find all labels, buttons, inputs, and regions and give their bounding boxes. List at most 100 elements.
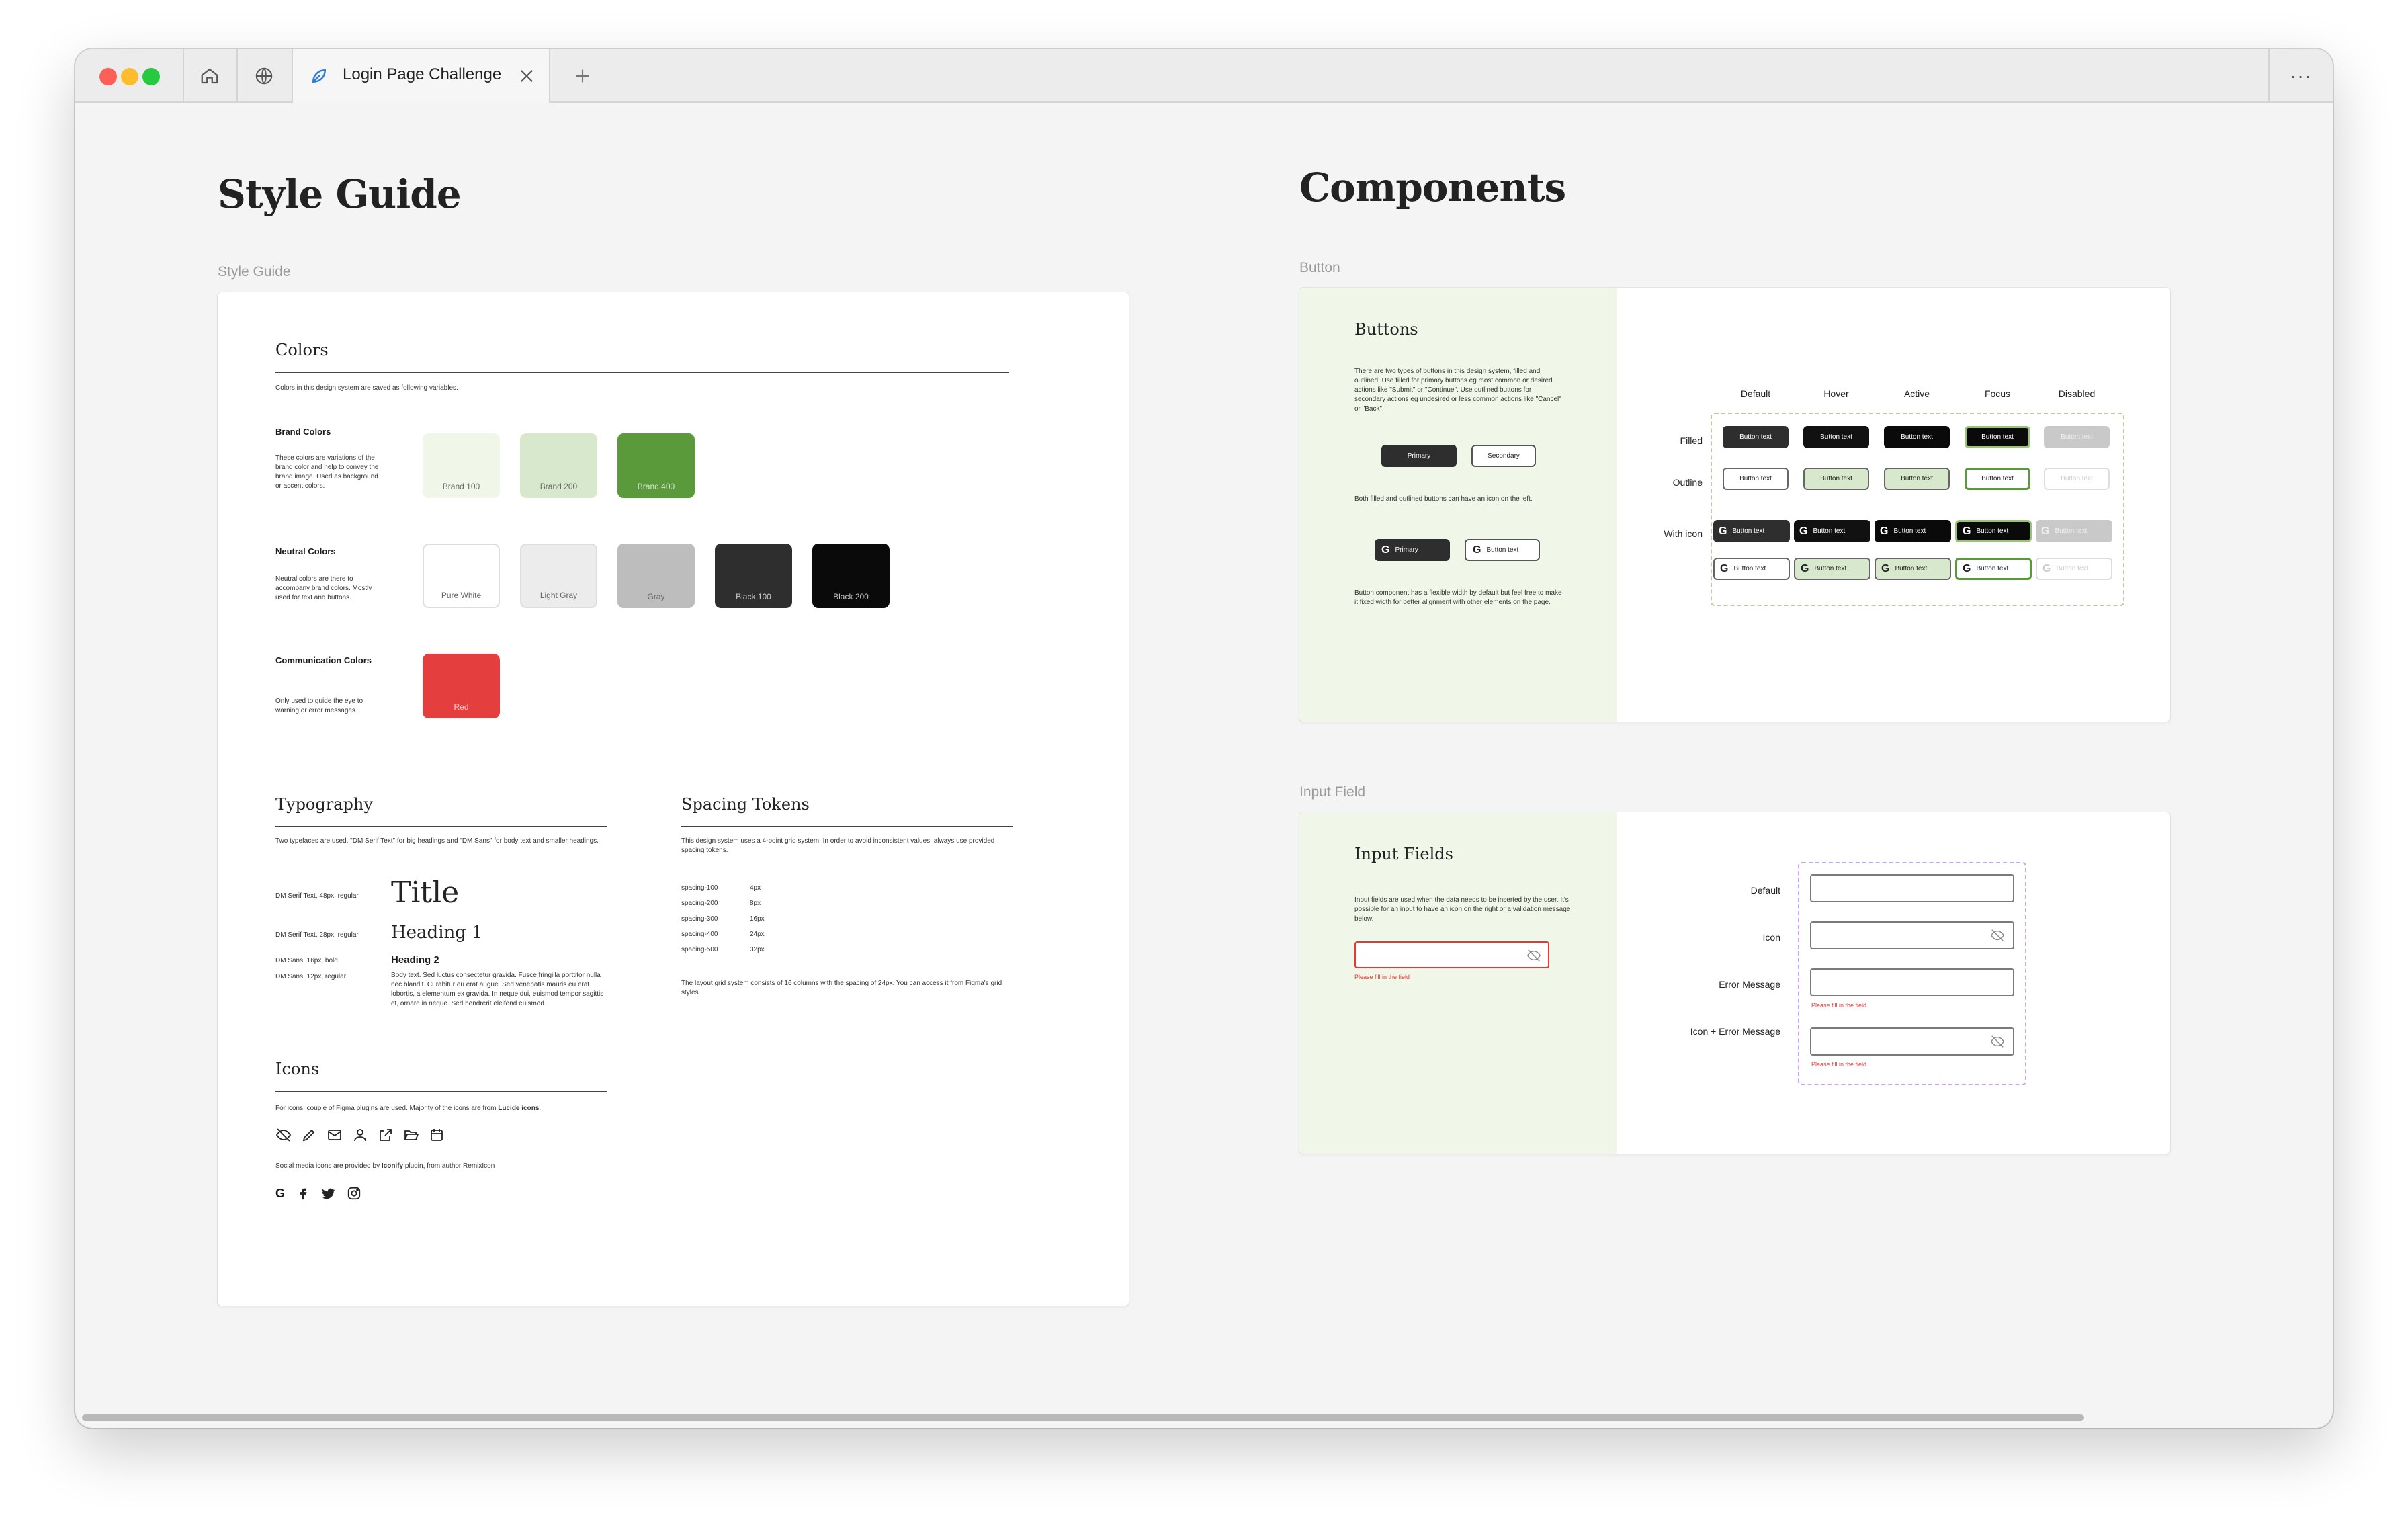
minimize-window-button[interactable] bbox=[121, 68, 138, 85]
communication-colors-desc: Only used to guide the eye to warning or… bbox=[275, 697, 363, 714]
spacing-token-name: spacing-200 bbox=[681, 900, 718, 907]
google-icon: G bbox=[1381, 544, 1390, 556]
swatch-brand-100: Brand 100 bbox=[423, 433, 500, 498]
calendar-icon bbox=[431, 1129, 443, 1141]
icons-title: Icons bbox=[275, 1060, 320, 1078]
swatch-light-gray: Light Gray bbox=[520, 544, 597, 608]
swatch-red: Red bbox=[423, 654, 500, 718]
tab-login-page-challenge[interactable]: Login Page Challenge bbox=[292, 49, 550, 103]
input-label-icon: Icon bbox=[1762, 932, 1780, 943]
typography-title: Typography bbox=[275, 795, 373, 814]
input-default[interactable] bbox=[1810, 874, 2014, 902]
user-icon bbox=[354, 1129, 366, 1142]
external-link-icon bbox=[380, 1129, 392, 1141]
colors-desc: Colors in this design system are saved a… bbox=[275, 384, 458, 392]
typography-sample-body: Body text. Sed luctus consectetur gravid… bbox=[391, 972, 604, 1007]
secondary-button-sample[interactable]: Secondary bbox=[1471, 445, 1536, 467]
social-icons-desc: Social media icons are provided by Iconi… bbox=[275, 1162, 495, 1170]
input-error-message: Please fill in the field bbox=[1811, 1002, 1867, 1009]
components-heading: Components bbox=[1299, 165, 1566, 210]
typography-sample-title: Title bbox=[391, 876, 460, 910]
swatch-label: Red bbox=[454, 702, 469, 712]
spacing-token-value: 16px bbox=[750, 915, 765, 923]
remixicon-link[interactable]: RemixIcon bbox=[463, 1162, 494, 1170]
facebook-icon bbox=[300, 1188, 307, 1200]
pencil-icon bbox=[302, 1129, 315, 1142]
input-icon-error-message: Please fill in the field bbox=[1811, 1061, 1867, 1068]
buttons-info-panel bbox=[1299, 288, 1617, 722]
input-with-icon[interactable] bbox=[1810, 921, 2014, 949]
buttons-title: Buttons bbox=[1354, 320, 1418, 339]
row-header-outline: Outline bbox=[1672, 477, 1703, 488]
primary-button-sample[interactable]: Primary bbox=[1381, 445, 1457, 467]
new-tab-button[interactable] bbox=[559, 49, 606, 103]
eye-off-icon[interactable] bbox=[1526, 948, 1541, 963]
swatch-black-100: Black 100 bbox=[715, 544, 792, 608]
state-header-disabled: Disabled bbox=[2058, 388, 2096, 399]
swatch-label: Black 200 bbox=[833, 592, 869, 601]
swatch-label: Brand 200 bbox=[540, 482, 578, 491]
swatch-pure-white: Pure White bbox=[423, 544, 500, 608]
more-menu-button[interactable]: ··· bbox=[2270, 49, 2333, 103]
grid-note: The layout grid system consists of 16 co… bbox=[681, 980, 1002, 996]
title-bar: Login Page Challenge ··· bbox=[75, 49, 2333, 103]
spacing-token-value: 8px bbox=[750, 900, 761, 907]
state-header-focus: Focus bbox=[1984, 388, 2011, 399]
figma-leaf-icon bbox=[312, 69, 327, 83]
swatch-brand-400: Brand 400 bbox=[617, 433, 695, 498]
eye-off-icon[interactable] bbox=[1990, 928, 2005, 943]
close-tab-icon[interactable] bbox=[517, 67, 536, 85]
typography-sample-h2: Heading 2 bbox=[391, 954, 439, 966]
swatch-brand-200: Brand 200 bbox=[520, 433, 597, 498]
style-guide-card: Colors Colors in this design system are … bbox=[218, 292, 1129, 1306]
social-icon-set: G bbox=[275, 1186, 361, 1201]
secondary-icon-button-sample[interactable]: G Button text bbox=[1465, 539, 1540, 561]
width-note: Button component has a flexible width by… bbox=[1354, 589, 1562, 606]
globe-icon bbox=[255, 67, 273, 85]
input-label-icon-error: Icon + Error Message bbox=[1690, 1026, 1780, 1037]
swatch-label: Pure White bbox=[441, 591, 482, 600]
typography-desc: Two typefaces are used, "DM Serif Text" … bbox=[275, 837, 599, 845]
google-icon: G bbox=[275, 1186, 286, 1200]
spacing-token-name: spacing-100 bbox=[681, 884, 718, 892]
eye-off-icon[interactable] bbox=[1990, 1034, 2005, 1049]
buttons-card: Buttons There are two types of buttons i… bbox=[1299, 288, 2170, 722]
brand-colors-title: Brand Colors bbox=[275, 427, 331, 437]
twitter-icon bbox=[322, 1188, 335, 1199]
row-header-with-icon: With icon bbox=[1664, 528, 1703, 539]
maximize-window-button[interactable] bbox=[142, 68, 160, 85]
input-fields-desc: Input fields are used when the data need… bbox=[1354, 896, 1571, 923]
spacing-token-name: spacing-400 bbox=[681, 931, 718, 938]
swatch-black-200: Black 200 bbox=[812, 544, 890, 608]
spacing-token-value: 4px bbox=[750, 884, 761, 892]
instagram-icon bbox=[347, 1187, 361, 1200]
row-header-filled: Filled bbox=[1680, 435, 1703, 446]
typography-label-h2: DM Sans, 16px, bold bbox=[275, 957, 338, 964]
input-error[interactable] bbox=[1810, 968, 2014, 996]
swatch-label: Brand 400 bbox=[637, 482, 675, 491]
globe-button[interactable] bbox=[236, 49, 292, 103]
icons-desc: For icons, couple of Figma plugins are u… bbox=[275, 1105, 542, 1112]
style-guide-frame-label: Style Guide bbox=[218, 264, 291, 280]
typography-label-title: DM Serif Text, 48px, regular bbox=[275, 892, 359, 900]
horizontal-scrollbar[interactable] bbox=[82, 1414, 2084, 1421]
buttons-desc: There are two types of buttons in this d… bbox=[1354, 368, 1561, 413]
home-icon bbox=[201, 68, 218, 84]
input-frame-label: Input Field bbox=[1299, 784, 1366, 800]
browser-window: Login Page Challenge ··· Style Guide Sty… bbox=[75, 49, 2333, 1428]
mail-icon bbox=[328, 1130, 341, 1140]
input-icon-error[interactable] bbox=[1810, 1027, 2014, 1056]
spacing-desc: This design system uses a 4-point grid s… bbox=[681, 837, 995, 854]
style-guide-heading: Style Guide bbox=[218, 171, 462, 217]
colors-title: Colors bbox=[275, 341, 329, 359]
sample-error-input[interactable] bbox=[1354, 941, 1549, 968]
icon-set bbox=[275, 1127, 445, 1143]
brand-colors-desc: These colors are variations of the brand… bbox=[275, 454, 379, 490]
state-header-hover: Hover bbox=[1823, 388, 1849, 399]
home-button[interactable] bbox=[183, 49, 236, 103]
close-window-button[interactable] bbox=[99, 68, 117, 85]
spacing-token-value: 24px bbox=[750, 931, 765, 938]
typography-sample-h1: Heading 1 bbox=[391, 923, 483, 943]
button-variants-frame bbox=[1711, 413, 2124, 606]
primary-icon-button-sample[interactable]: G Primary bbox=[1375, 539, 1450, 561]
